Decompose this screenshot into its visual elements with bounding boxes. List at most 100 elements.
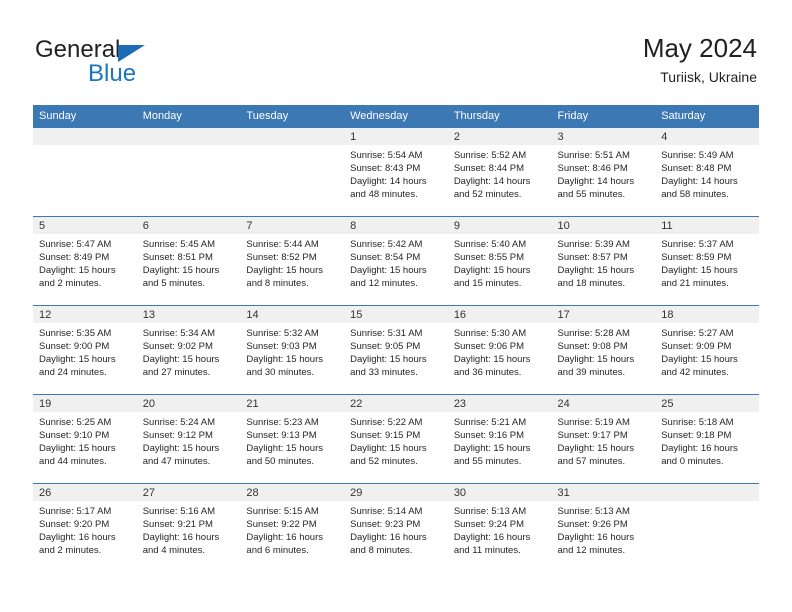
day-number: 31 [551, 484, 656, 501]
daylight-text: Daylight: 16 hours and 12 minutes. [557, 532, 635, 556]
day-number: 3 [551, 128, 656, 145]
calendar-day-cell[interactable]: 21 Sunrise: 5:23 AM Sunset: 9:13 PM Dayligh… [240, 394, 345, 484]
calendar-day-cell[interactable]: 20 Sunrise: 5:24 AM Sunset: 9:12 PM Dayligh… [136, 394, 241, 484]
sunrise-text: Sunrise: 5:37 AM [661, 239, 734, 250]
weekday-header-tuesday: Tuesday [240, 105, 345, 128]
calendar-day-cell[interactable]: 2 Sunrise: 5:52 AM Sunset: 8:44 PM Daylight… [447, 127, 552, 217]
day-number: 25 [655, 395, 759, 412]
day-details: Sunrise: 5:28 AM Sunset: 9:08 PM Daylight:… [552, 323, 656, 379]
daylight-text: Daylight: 15 hours and 21 minutes. [661, 265, 738, 289]
sunset-text: Sunset: 9:02 PM [142, 341, 213, 352]
daylight-text: Daylight: 15 hours and 50 minutes. [246, 443, 323, 467]
calendar-day-cell[interactable]: 3 Sunrise: 5:51 AM Sunset: 8:46 PM Daylight… [551, 127, 656, 217]
calendar-day-cell[interactable]: 11 Sunrise: 5:37 AM Sunset: 8:59 PM Dayligh… [655, 216, 759, 306]
calendar-page: General Blue May 2024 Turiisk, Ukraine S… [0, 0, 792, 612]
day-details: Sunrise: 5:25 AM Sunset: 9:10 PM Daylight:… [33, 412, 137, 468]
calendar-week-row: 1 Sunrise: 5:54 AM Sunset: 8:43 PM Daylight… [33, 127, 759, 217]
sunrise-text: Sunrise: 5:23 AM [246, 417, 319, 428]
sunrise-text: Sunrise: 5:19 AM [557, 417, 630, 428]
daylight-text: Daylight: 15 hours and 55 minutes. [453, 443, 531, 467]
calendar-day-cell[interactable]: 27 Sunrise: 5:16 AM Sunset: 9:21 PM Dayligh… [136, 483, 241, 573]
calendar-day-cell[interactable]: 23 Sunrise: 5:21 AM Sunset: 9:16 PM Dayligh… [447, 394, 552, 484]
sunset-text: Sunset: 9:20 PM [39, 519, 110, 530]
calendar-day-cell[interactable]: 17 Sunrise: 5:28 AM Sunset: 9:08 PM Dayligh… [551, 305, 656, 395]
day-number: 29 [344, 484, 448, 501]
brand-logo[interactable]: General Blue [35, 36, 295, 90]
calendar-day-cell[interactable]: 29 Sunrise: 5:14 AM Sunset: 9:23 PM Dayligh… [344, 483, 448, 573]
day-number: 12 [33, 306, 137, 323]
sunrise-text: Sunrise: 5:31 AM [350, 328, 423, 339]
calendar-day-cell-empty [240, 127, 345, 217]
weekday-header-wednesday: Wednesday [344, 105, 448, 128]
calendar-day-cell[interactable]: 14 Sunrise: 5:32 AM Sunset: 9:03 PM Dayligh… [240, 305, 345, 395]
calendar-day-cell-empty [136, 127, 241, 217]
calendar-day-cell[interactable]: 15 Sunrise: 5:31 AM Sunset: 9:05 PM Dayligh… [344, 305, 448, 395]
day-number: 1 [344, 128, 448, 145]
calendar-day-cell[interactable]: 25 Sunrise: 5:18 AM Sunset: 9:18 PM Dayligh… [655, 394, 759, 484]
weekday-header-row: Sunday Monday Tuesday Wednesday Thursday… [33, 105, 759, 128]
calendar-week-row: 26 Sunrise: 5:17 AM Sunset: 9:20 PM Dayligh… [33, 483, 759, 573]
day-number [136, 128, 241, 145]
calendar-day-cell[interactable]: 18 Sunrise: 5:27 AM Sunset: 9:09 PM Dayligh… [655, 305, 759, 395]
daylight-text: Daylight: 16 hours and 8 minutes. [350, 532, 427, 556]
calendar-day-cell[interactable]: 7 Sunrise: 5:44 AM Sunset: 8:52 PM Daylight… [240, 216, 345, 306]
sunset-text: Sunset: 8:44 PM [453, 163, 525, 174]
sunset-text: Sunset: 8:46 PM [557, 163, 628, 174]
calendar-day-cell[interactable]: 5 Sunrise: 5:47 AM Sunset: 8:49 PM Daylight… [33, 216, 137, 306]
sunrise-text: Sunrise: 5:24 AM [142, 417, 216, 428]
daylight-text: Daylight: 15 hours and 44 minutes. [39, 443, 116, 467]
calendar-day-cell[interactable]: 8 Sunrise: 5:42 AM Sunset: 8:54 PM Daylight… [344, 216, 448, 306]
calendar-day-cell[interactable]: 24 Sunrise: 5:19 AM Sunset: 9:17 PM Dayligh… [551, 394, 656, 484]
sunrise-text: Sunrise: 5:13 AM [453, 506, 527, 517]
calendar-day-cell[interactable]: 30 Sunrise: 5:13 AM Sunset: 9:24 PM Dayligh… [447, 483, 552, 573]
calendar-day-cell[interactable]: 31 Sunrise: 5:13 AM Sunset: 9:26 PM Dayligh… [551, 483, 656, 573]
day-details: Sunrise: 5:47 AM Sunset: 8:49 PM Daylight:… [33, 234, 137, 290]
sunset-text: Sunset: 8:57 PM [557, 252, 628, 263]
calendar-day-cell[interactable]: 26 Sunrise: 5:17 AM Sunset: 9:20 PM Dayligh… [33, 483, 137, 573]
sunrise-text: Sunrise: 5:13 AM [557, 506, 630, 517]
day-number: 27 [136, 484, 241, 501]
sunrise-text: Sunrise: 5:54 AM [350, 150, 423, 161]
sunrise-text: Sunrise: 5:17 AM [39, 506, 112, 517]
calendar-day-cell[interactable]: 6 Sunrise: 5:45 AM Sunset: 8:51 PM Daylight… [136, 216, 241, 306]
calendar-day-cell-empty [655, 483, 759, 573]
sunrise-text: Sunrise: 5:42 AM [350, 239, 423, 250]
day-details: Sunrise: 5:17 AM Sunset: 9:20 PM Daylight:… [33, 501, 137, 557]
sunset-text: Sunset: 9:26 PM [557, 519, 628, 530]
day-details: Sunrise: 5:30 AM Sunset: 9:06 PM Daylight:… [448, 323, 552, 379]
day-number: 10 [551, 217, 656, 234]
calendar-day-cell[interactable]: 12 Sunrise: 5:35 AM Sunset: 9:00 PM Dayligh… [33, 305, 137, 395]
calendar-day-cell[interactable]: 16 Sunrise: 5:30 AM Sunset: 9:06 PM Dayligh… [447, 305, 552, 395]
day-number: 21 [240, 395, 345, 412]
day-number: 28 [240, 484, 345, 501]
weekday-header-sunday: Sunday [33, 105, 137, 128]
calendar-day-cell[interactable]: 13 Sunrise: 5:34 AM Sunset: 9:02 PM Dayligh… [136, 305, 241, 395]
calendar-day-cell[interactable]: 22 Sunrise: 5:22 AM Sunset: 9:15 PM Dayligh… [344, 394, 448, 484]
title-block: May 2024 Turiisk, Ukraine [643, 32, 757, 87]
daylight-text: Daylight: 16 hours and 2 minutes. [39, 532, 116, 556]
calendar-day-cell[interactable]: 9 Sunrise: 5:40 AM Sunset: 8:55 PM Daylight… [447, 216, 552, 306]
calendar-day-cell-empty [33, 127, 137, 217]
calendar-week-row: 12 Sunrise: 5:35 AM Sunset: 9:00 PM Dayligh… [33, 305, 759, 395]
daylight-text: Daylight: 15 hours and 2 minutes. [39, 265, 116, 289]
calendar-day-cell[interactable]: 10 Sunrise: 5:39 AM Sunset: 8:57 PM Dayligh… [551, 216, 656, 306]
day-number [33, 128, 137, 145]
day-details: Sunrise: 5:22 AM Sunset: 9:15 PM Daylight:… [344, 412, 448, 468]
calendar-day-cell[interactable]: 1 Sunrise: 5:54 AM Sunset: 8:43 PM Daylight… [344, 127, 448, 217]
day-details: Sunrise: 5:16 AM Sunset: 9:21 PM Daylight:… [137, 501, 241, 557]
day-number: 19 [33, 395, 137, 412]
sunrise-text: Sunrise: 5:34 AM [142, 328, 216, 339]
day-number: 24 [551, 395, 656, 412]
daylight-text: Daylight: 16 hours and 11 minutes. [453, 532, 531, 556]
sunrise-text: Sunrise: 5:52 AM [453, 150, 527, 161]
sunrise-text: Sunrise: 5:35 AM [39, 328, 112, 339]
calendar-day-cell[interactable]: 4 Sunrise: 5:49 AM Sunset: 8:48 PM Daylight… [655, 127, 759, 217]
sunset-text: Sunset: 9:21 PM [142, 519, 213, 530]
daylight-text: Daylight: 15 hours and 39 minutes. [557, 354, 635, 378]
calendar-day-cell[interactable]: 28 Sunrise: 5:15 AM Sunset: 9:22 PM Dayligh… [240, 483, 345, 573]
day-number: 13 [136, 306, 241, 323]
weekday-header-friday: Friday [551, 105, 656, 128]
calendar-day-cell[interactable]: 19 Sunrise: 5:25 AM Sunset: 9:10 PM Dayligh… [33, 394, 137, 484]
daylight-text: Daylight: 14 hours and 48 minutes. [350, 176, 427, 200]
day-number: 18 [655, 306, 759, 323]
